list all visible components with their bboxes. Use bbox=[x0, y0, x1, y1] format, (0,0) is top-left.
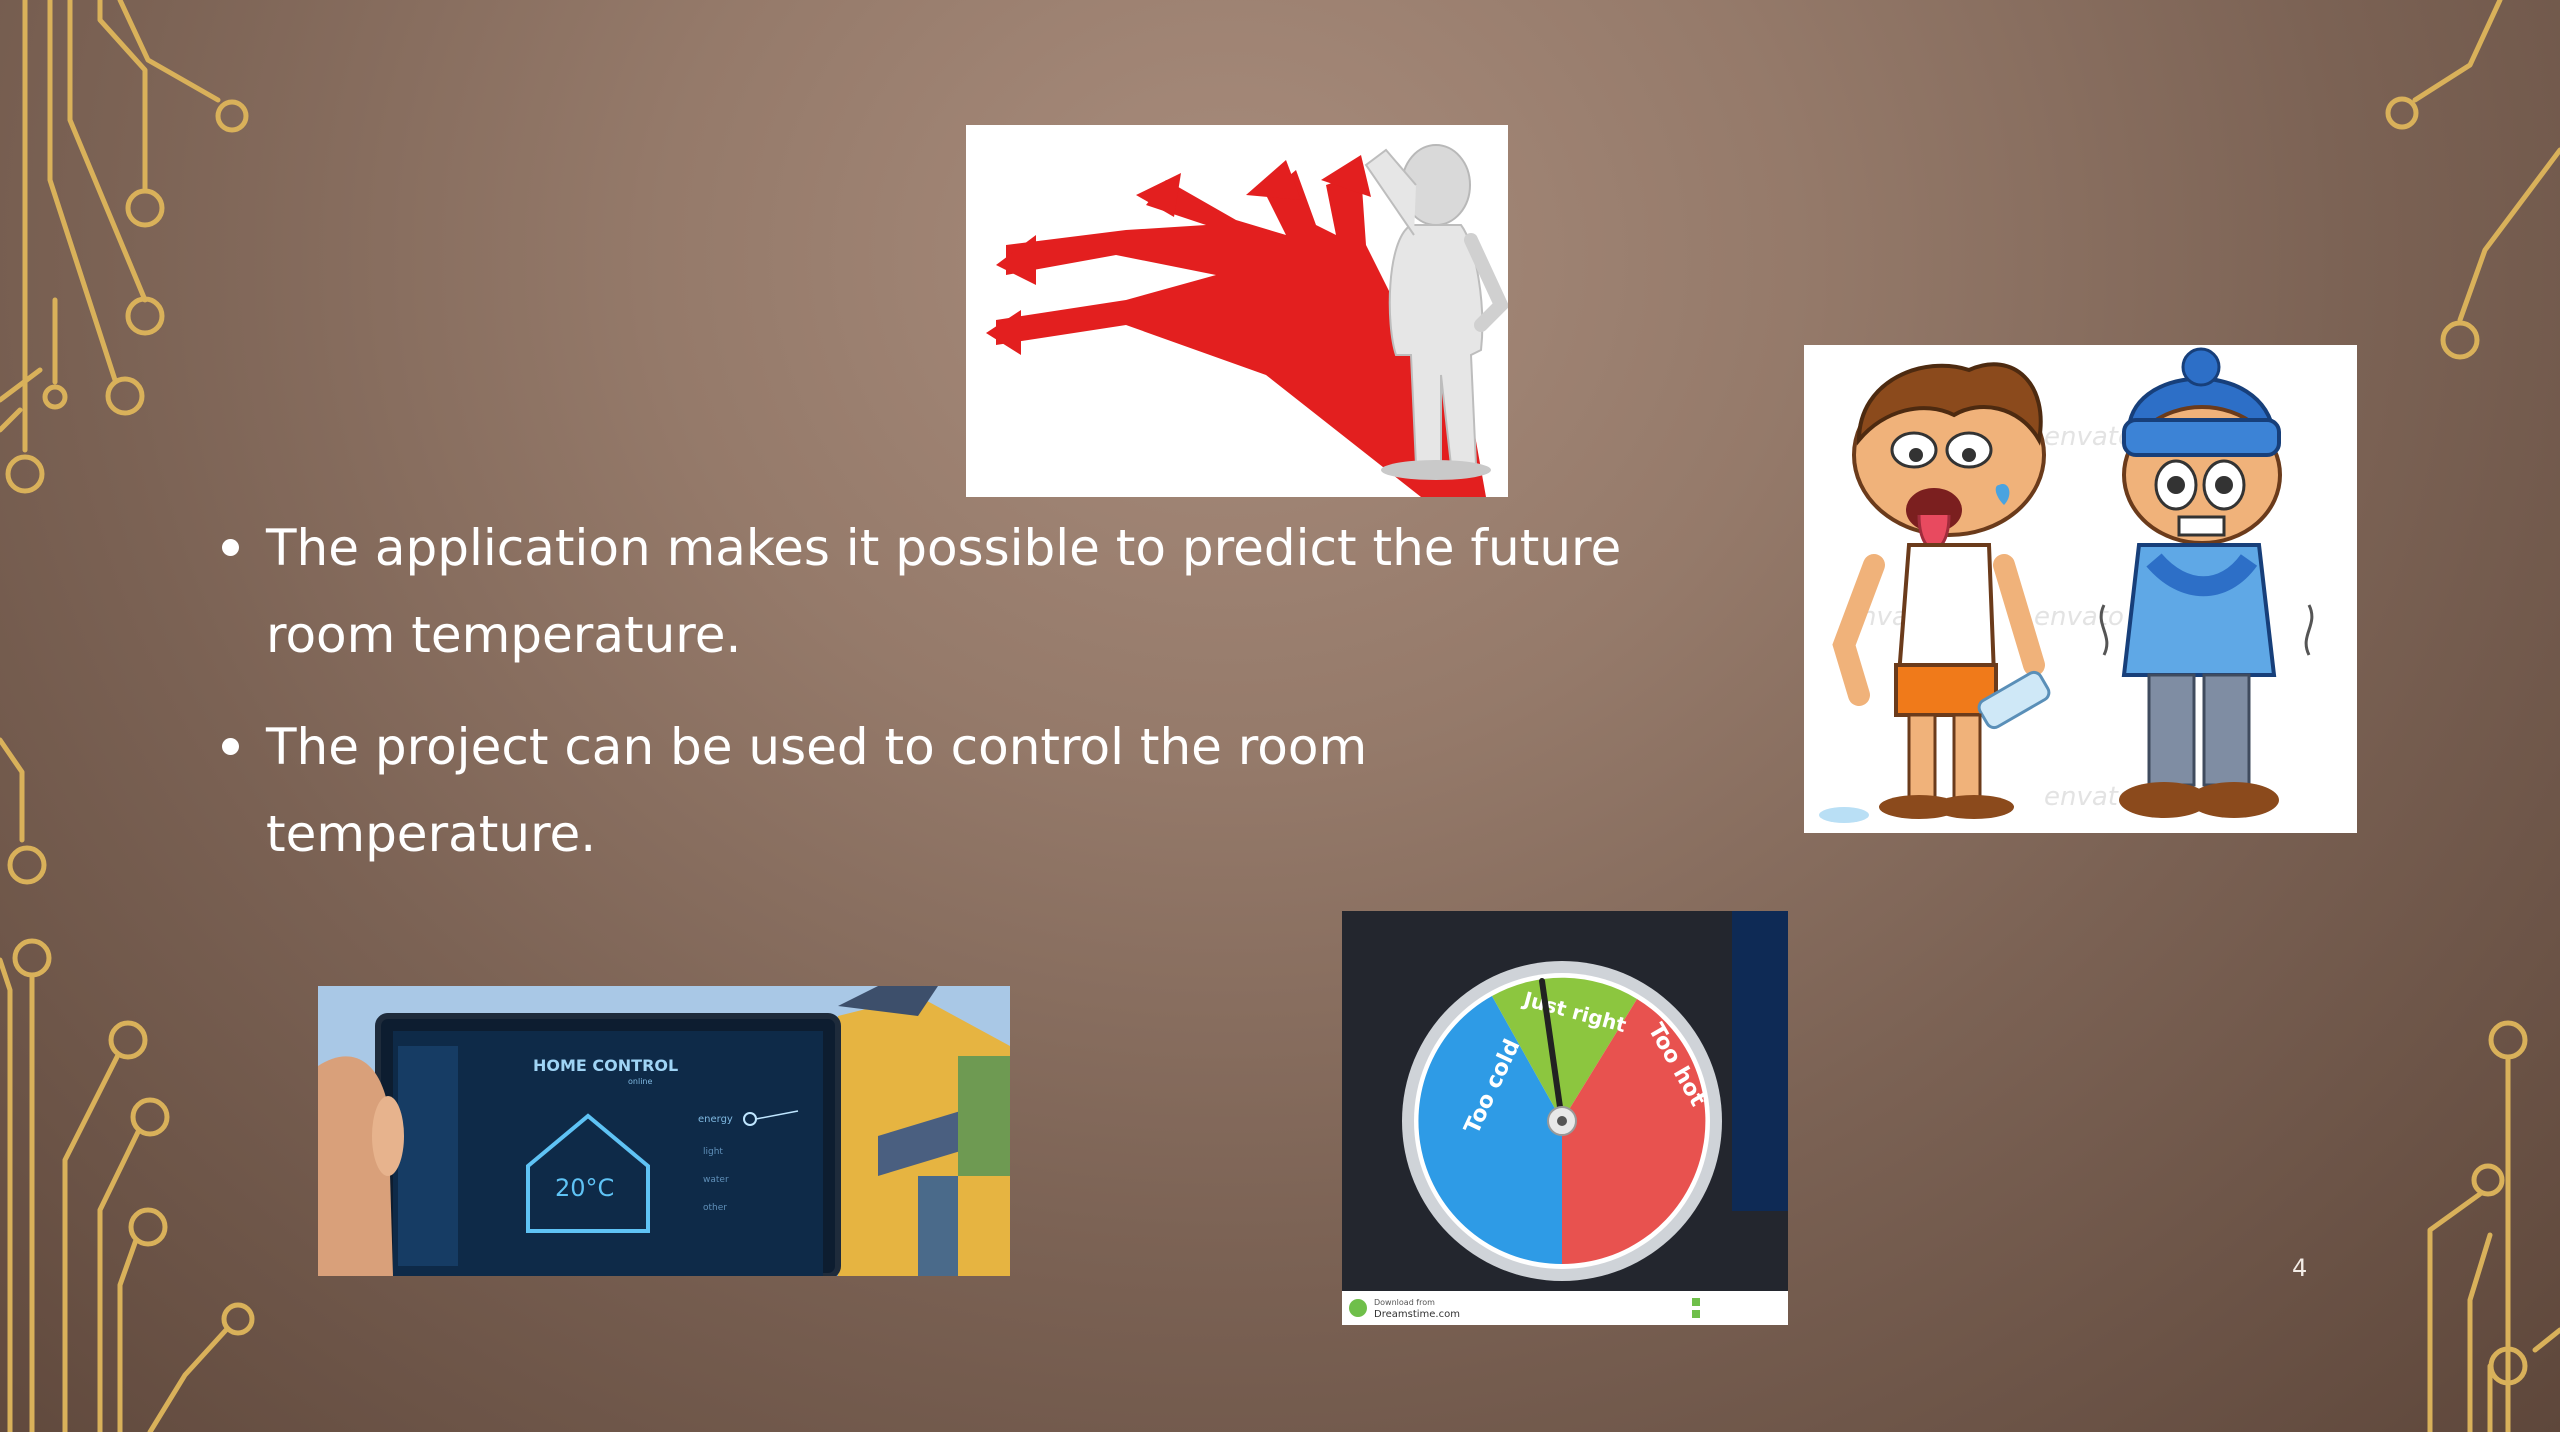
gauge-image: Too cold Just right Too hot Download fro… bbox=[1342, 911, 1788, 1325]
home-control-header: HOME CONTROL bbox=[533, 1056, 678, 1075]
temperature-gauge-icon: Too cold Just right Too hot Download fro… bbox=[1342, 911, 1788, 1325]
home-control-sub: online bbox=[628, 1077, 652, 1086]
bullet-list: The application makes it possible to pre… bbox=[220, 505, 1670, 903]
gauge-footer: Download from bbox=[1374, 1298, 1435, 1307]
home-control-menu-1: light bbox=[703, 1147, 723, 1157]
decision-arrows-figure-icon bbox=[986, 144, 1508, 497]
hot-cold-kids-image: envato envato envato envato bbox=[1804, 345, 2357, 833]
page-number: 4 bbox=[2292, 1254, 2308, 1282]
bullet-item: The application makes it possible to pre… bbox=[220, 505, 1670, 679]
svg-text:envato: envato bbox=[2044, 422, 2134, 452]
home-control-image: HOME CONTROL online 20°C energy light wa… bbox=[318, 986, 1010, 1276]
home-control-tablet-icon: HOME CONTROL online 20°C energy light wa… bbox=[318, 986, 1010, 1276]
svg-text:envato: envato bbox=[2034, 602, 2124, 632]
gauge-footer-site: Dreamstime.com bbox=[1374, 1309, 1460, 1320]
slide: envato envato envato envato HOME CONTROL… bbox=[0, 0, 2560, 1432]
home-control-menu-0: energy bbox=[698, 1114, 733, 1125]
decision-image bbox=[966, 125, 1508, 497]
home-control-menu-2: water bbox=[703, 1175, 729, 1185]
home-control-menu-3: other bbox=[703, 1203, 727, 1213]
hot-and-cold-cartoon-icon: envato envato envato envato bbox=[1819, 347, 2314, 823]
home-control-temp: 20°C bbox=[555, 1174, 614, 1202]
bullet-item: The project can be used to control the r… bbox=[220, 704, 1670, 878]
